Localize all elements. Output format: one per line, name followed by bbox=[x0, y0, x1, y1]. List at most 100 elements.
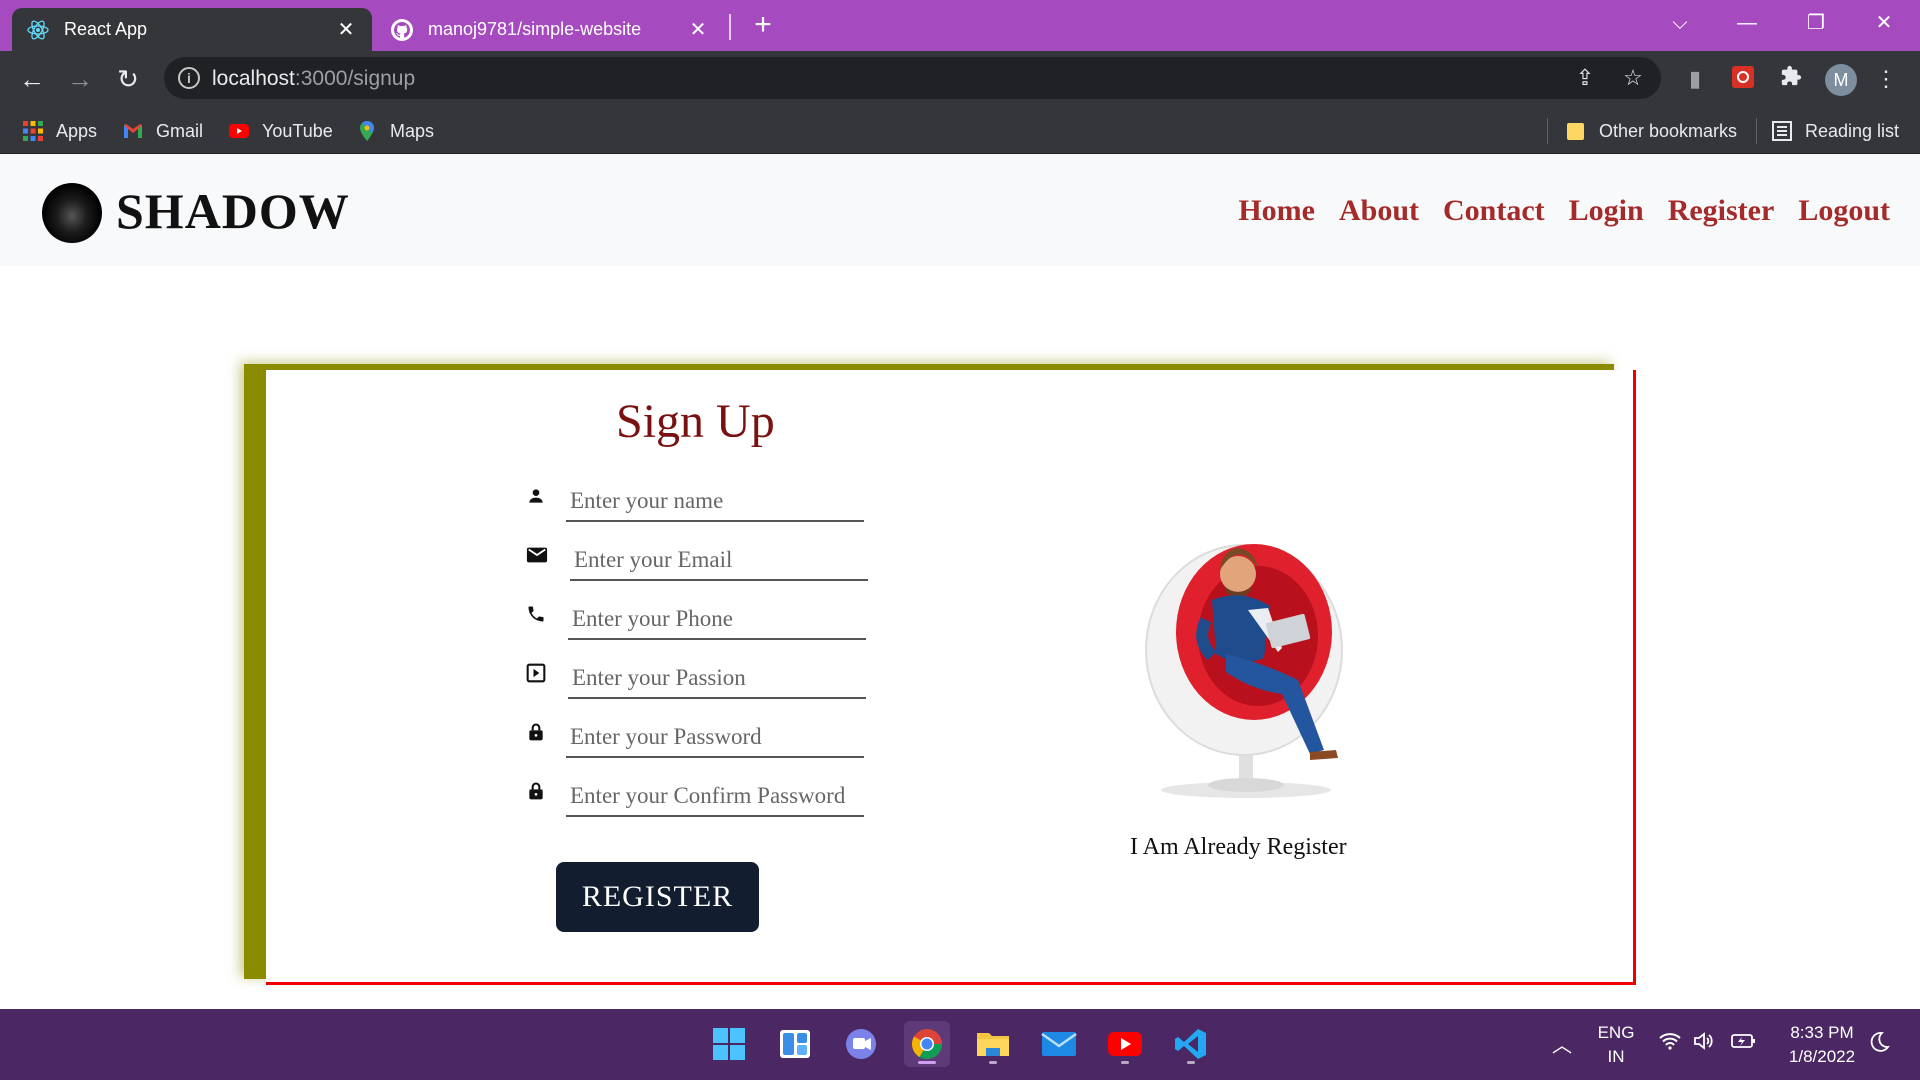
lock-icon bbox=[526, 781, 546, 801]
windows-start-icon bbox=[713, 1028, 745, 1060]
address-bar[interactable]: i localhost:3000/signup ⇪ ☆ bbox=[164, 57, 1661, 99]
play-box-icon bbox=[526, 663, 546, 683]
close-tab-icon[interactable]: ✕ bbox=[334, 17, 358, 42]
github-icon bbox=[390, 18, 414, 42]
mail-button[interactable] bbox=[1036, 1021, 1082, 1067]
nav-register[interactable]: Register bbox=[1668, 194, 1775, 228]
apps-grid-icon bbox=[22, 120, 44, 142]
other-bookmarks[interactable]: Other bookmarks bbox=[1565, 118, 1737, 144]
youtube-app-icon bbox=[1108, 1032, 1142, 1056]
show-hidden-icons-chevron[interactable]: ︿ bbox=[1552, 1029, 1572, 1058]
bookmark-label: YouTube bbox=[262, 120, 333, 141]
confirm-password-input[interactable] bbox=[566, 777, 864, 817]
teams-chat-icon bbox=[846, 1029, 876, 1059]
nav-contact[interactable]: Contact bbox=[1443, 194, 1545, 228]
url-path: :3000/signup bbox=[294, 67, 416, 90]
extension-red-icon[interactable] bbox=[1729, 65, 1757, 93]
person-icon bbox=[526, 486, 546, 506]
nav-about[interactable]: About bbox=[1339, 194, 1419, 228]
teams-chat-button[interactable] bbox=[838, 1021, 884, 1067]
bookmark-label: Gmail bbox=[156, 120, 204, 141]
nav-logout[interactable]: Logout bbox=[1798, 194, 1890, 228]
site-info-icon[interactable]: i bbox=[178, 67, 200, 89]
bookmark-label: Apps bbox=[56, 120, 98, 141]
reading-list-icon bbox=[1771, 120, 1793, 142]
clock-date: 1/8/2022 bbox=[1788, 1047, 1856, 1066]
tab-github[interactable]: manoj9781/simple-website ✕ bbox=[376, 8, 724, 51]
running-indicator bbox=[918, 1061, 936, 1064]
minimize-button[interactable]: — bbox=[1727, 8, 1767, 38]
vscode-button[interactable] bbox=[1168, 1021, 1214, 1067]
browser-menu-icon[interactable]: ⋮ bbox=[1872, 65, 1900, 93]
bookmarks-divider bbox=[1547, 118, 1548, 144]
language-code: ENG bbox=[1597, 1023, 1635, 1042]
maps-icon bbox=[356, 120, 378, 142]
lock-icon bbox=[526, 722, 546, 742]
password-input[interactable] bbox=[566, 718, 864, 758]
volume-icon[interactable] bbox=[1692, 1031, 1716, 1056]
youtube-taskbar-button[interactable] bbox=[1102, 1021, 1148, 1067]
clock[interactable]: 8:33 PM 1/8/2022 bbox=[1774, 1023, 1870, 1067]
browser-tab-strip: React App ✕ manoj9781/simple-website ✕ +… bbox=[0, 0, 1920, 51]
gmail-icon bbox=[122, 120, 144, 142]
close-tab-icon[interactable]: ✕ bbox=[686, 17, 710, 42]
site-brand[interactable]: SHADOW bbox=[116, 182, 350, 240]
tab-search-icon[interactable]: ⌵ bbox=[1660, 8, 1700, 38]
email-input[interactable] bbox=[570, 541, 868, 581]
bookmark-star-icon[interactable]: ☆ bbox=[1620, 65, 1646, 91]
widgets-button[interactable] bbox=[772, 1021, 818, 1067]
extension-mouse-icon[interactable]: ▮ bbox=[1681, 65, 1709, 93]
mail-icon bbox=[1041, 1032, 1077, 1056]
tab-react-app[interactable]: React App ✕ bbox=[12, 8, 372, 51]
phone-icon bbox=[526, 604, 546, 624]
running-indicator bbox=[1121, 1061, 1129, 1064]
name-input[interactable] bbox=[566, 482, 864, 522]
file-explorer-icon bbox=[977, 1033, 1009, 1056]
folder-icon bbox=[1565, 120, 1587, 142]
bookmarks-bar: Apps Gmail YouTube Maps Other bookmarks … bbox=[0, 106, 1920, 154]
web-page: SHADOW Home About Contact Login Register… bbox=[0, 154, 1920, 1009]
share-icon[interactable]: ⇪ bbox=[1572, 65, 1598, 91]
url-text[interactable]: localhost:3000/signup bbox=[212, 67, 415, 91]
extensions-puzzle-icon[interactable] bbox=[1777, 65, 1805, 93]
other-bookmarks-label: Other bookmarks bbox=[1599, 120, 1738, 141]
react-icon bbox=[26, 18, 50, 42]
close-window-button[interactable]: ✕ bbox=[1864, 8, 1904, 38]
reload-button[interactable]: ↻ bbox=[112, 63, 144, 95]
profile-avatar[interactable]: M bbox=[1825, 64, 1857, 96]
passion-input[interactable] bbox=[568, 659, 866, 699]
signup-title: Sign Up bbox=[616, 395, 775, 448]
reading-list-label: Reading list bbox=[1805, 120, 1900, 141]
nav-links: Home About Contact Login Register Logout bbox=[1238, 194, 1890, 228]
register-button[interactable]: REGISTER bbox=[556, 862, 759, 932]
forward-button[interactable]: → bbox=[64, 63, 96, 95]
input-language[interactable]: ENG IN bbox=[1596, 1023, 1636, 1067]
widgets-icon bbox=[780, 1030, 810, 1058]
nav-home[interactable]: Home bbox=[1238, 194, 1315, 228]
site-logo[interactable] bbox=[42, 183, 102, 243]
bookmark-label: Maps bbox=[390, 120, 435, 141]
bookmark-maps[interactable]: Maps bbox=[356, 118, 434, 144]
url-host: localhost bbox=[212, 67, 295, 90]
running-indicator bbox=[989, 1061, 997, 1064]
chrome-taskbar-button[interactable] bbox=[904, 1021, 950, 1067]
reading-list[interactable]: Reading list bbox=[1771, 118, 1899, 144]
bookmark-gmail[interactable]: Gmail bbox=[122, 118, 203, 144]
tab-separator bbox=[729, 14, 731, 40]
notifications-moon-icon[interactable] bbox=[1868, 1031, 1890, 1058]
restore-button[interactable]: ❐ bbox=[1796, 8, 1836, 38]
file-explorer-button[interactable] bbox=[970, 1021, 1016, 1067]
battery-charging-icon[interactable] bbox=[1730, 1031, 1758, 1056]
tab-title: manoj9781/simple-website bbox=[428, 19, 642, 39]
bookmark-apps[interactable]: Apps bbox=[22, 118, 97, 144]
phone-input[interactable] bbox=[568, 600, 866, 640]
wifi-icon[interactable] bbox=[1658, 1031, 1682, 1057]
bookmark-youtube[interactable]: YouTube bbox=[228, 118, 333, 144]
start-button[interactable] bbox=[706, 1021, 752, 1067]
new-tab-button[interactable]: + bbox=[748, 10, 778, 40]
browser-toolbar: ← → ↻ i localhost:3000/signup ⇪ ☆ ▮ M ⋮ bbox=[0, 51, 1920, 106]
already-registered-link[interactable]: I Am Already Register bbox=[1130, 834, 1347, 861]
running-indicator bbox=[1187, 1061, 1195, 1064]
nav-login[interactable]: Login bbox=[1569, 194, 1644, 228]
back-button[interactable]: ← bbox=[16, 63, 48, 95]
